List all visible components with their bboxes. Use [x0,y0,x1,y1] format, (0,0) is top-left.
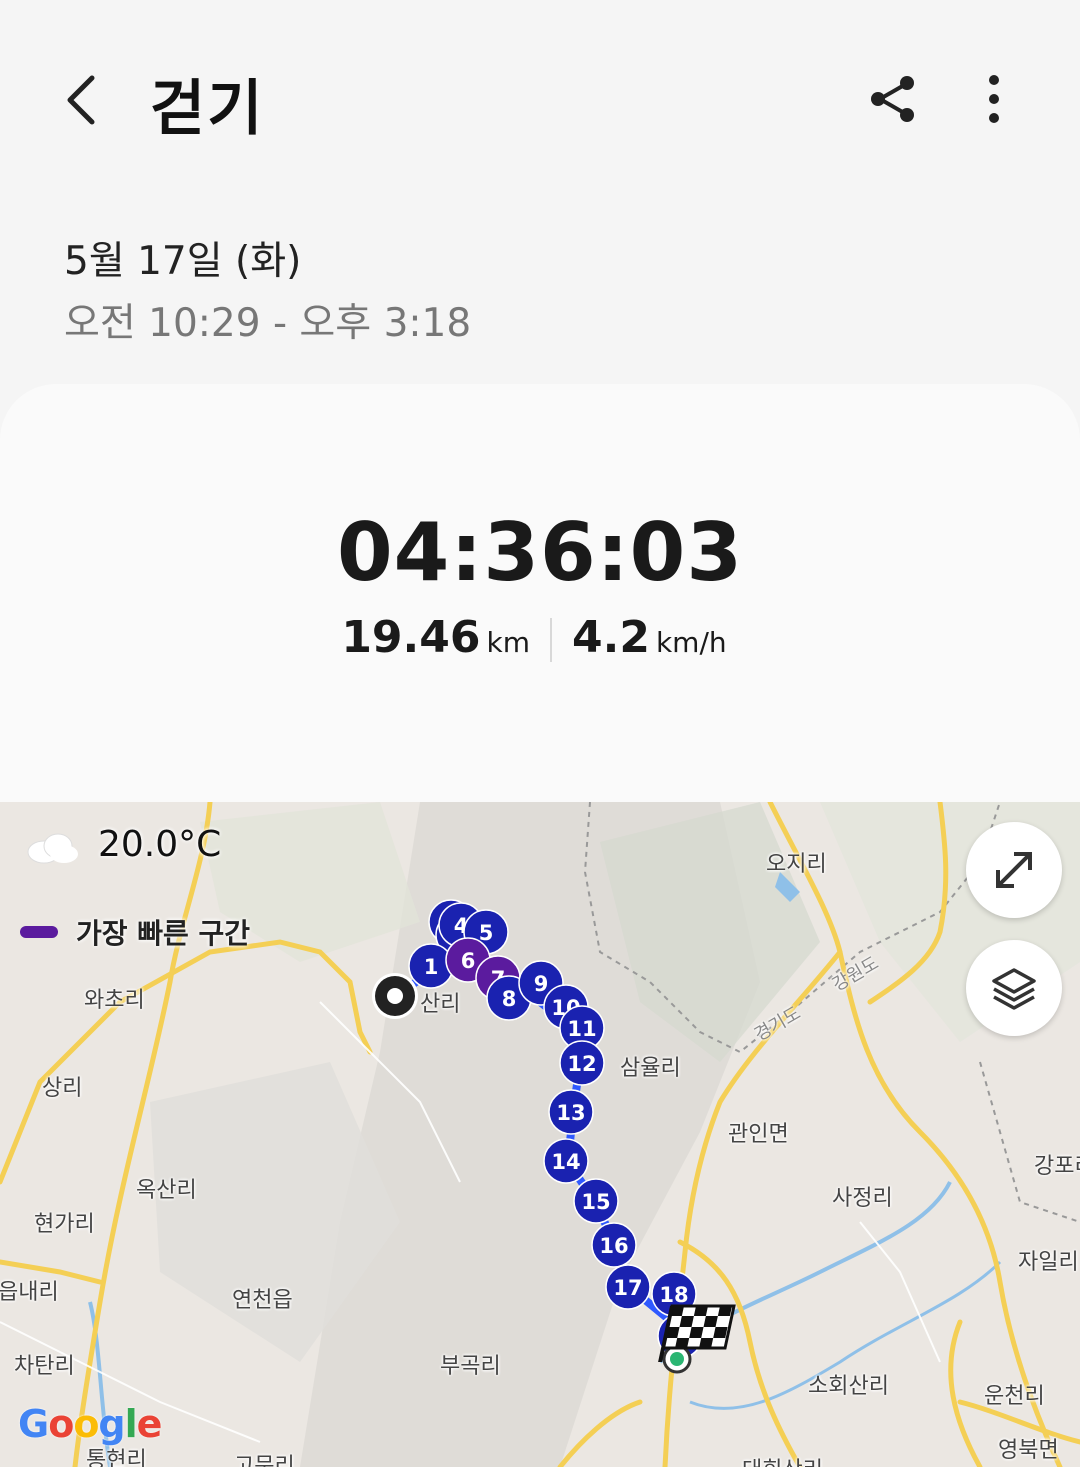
stats-row: 19.46 km 4.2 km/h [0,612,1080,672]
distance-unit: km [486,626,531,659]
stats-divider [550,618,552,662]
split-marker[interactable]: 12 [559,1040,605,1086]
share-icon [871,76,914,122]
google-attribution: Google [18,1402,163,1446]
split-marker-label: 11 [567,1017,596,1041]
google-logo-letter: e [136,1402,163,1446]
split-marker-label: 1 [424,955,439,979]
split-marker-label: 14 [551,1150,580,1174]
workout-time-range: 오전 10:29 - 오후 3:18 [64,301,472,346]
google-logo-letter: g [98,1402,125,1446]
distance-stat: 19.46 km [341,612,530,663]
route-overlay: 23451678910111213141516171819 [372,899,736,1374]
split-marker-label: 17 [613,1276,642,1300]
distance-value: 19.46 [341,612,481,663]
split-marker[interactable]: 15 [573,1178,619,1224]
more-vertical-icon [989,75,999,123]
more-options-button[interactable] [970,72,1018,126]
google-logo-letter: G [18,1402,49,1446]
split-marker[interactable]: 16 [591,1222,637,1268]
workout-date: 5월 17일 (화) [64,239,302,284]
speed-unit: km/h [655,626,727,659]
google-logo: Google [18,1402,163,1446]
duration-value: 04:36:03 [337,506,743,599]
start-point-icon [372,973,418,1019]
chevron-left-icon [67,75,95,125]
split-marker-label: 9 [534,972,549,996]
split-marker-label: 6 [461,949,476,973]
route-map[interactable]: 오지리 와초리 산리 삼율리 상리 관인면 강포리 옥산리 사정리 현가리 자일… [0,802,1080,1467]
split-marker-label: 12 [567,1052,596,1076]
split-marker[interactable]: 17 [605,1264,651,1310]
split-marker-label: 18 [659,1283,688,1307]
split-marker[interactable]: 13 [548,1089,594,1135]
split-marker-label: 16 [599,1234,628,1258]
back-button[interactable] [56,68,112,132]
google-logo-letter: l [124,1402,138,1446]
split-marker-label: 8 [502,987,517,1011]
split-marker-label: 15 [581,1190,610,1214]
app-bar: 걷기 [0,0,1080,200]
page-title: 걷기 [150,74,265,144]
split-marker-label: 13 [556,1101,585,1125]
finish-point-icon [662,1344,692,1374]
google-logo-letter: o [73,1402,99,1446]
speed-stat: 4.2 km/h [572,612,727,663]
google-logo-letter: o [48,1402,74,1446]
summary-card [0,384,1080,824]
speed-value: 4.2 [572,612,650,663]
share-button[interactable] [866,72,920,126]
split-marker[interactable]: 14 [543,1138,589,1184]
